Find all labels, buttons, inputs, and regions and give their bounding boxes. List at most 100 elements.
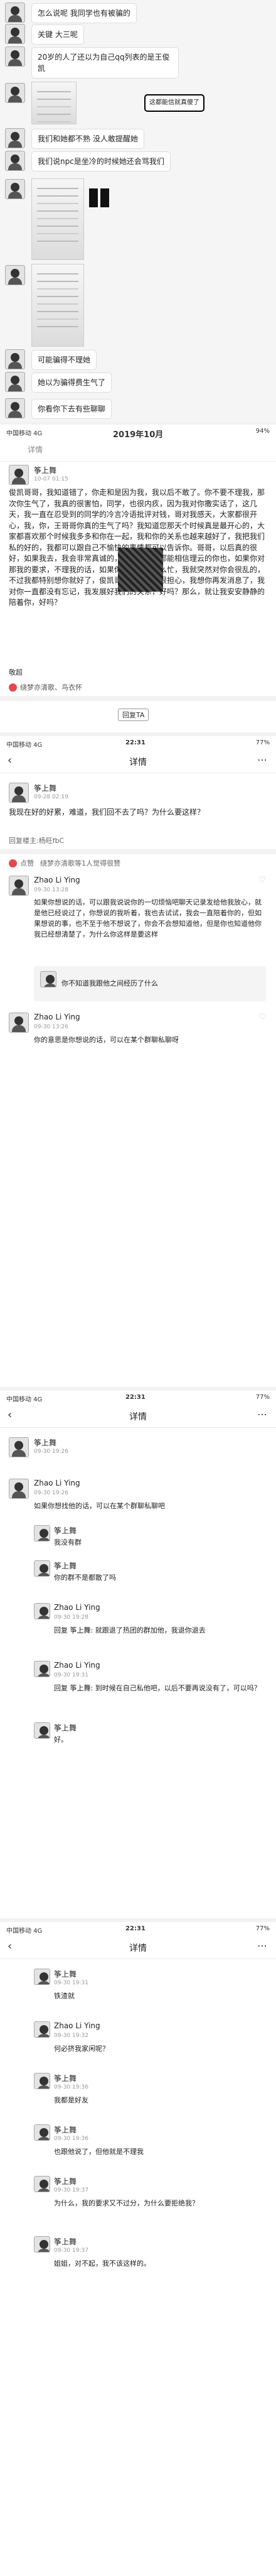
likes-list[interactable]: 绕梦亦清歌等1人觉得很赞 <box>40 858 120 868</box>
reply-time: 09-30 19:31 <box>54 1672 88 1678</box>
avatar[interactable] <box>5 3 25 23</box>
nav-title: 详情 <box>129 758 147 768</box>
detail-screenshot-1: 中国移动 4G 2019年10月 94% 详情 筝上舞 10-07 01:15 … <box>0 425 276 732</box>
reply-user[interactable]: Zhao Li Ying <box>54 1661 100 1670</box>
avatar[interactable] <box>5 24 25 44</box>
chat-image[interactable] <box>31 178 84 260</box>
avatar[interactable] <box>34 1661 50 1677</box>
more-icon[interactable]: ⋯ <box>257 1408 267 1420</box>
reply-user[interactable]: 筝上舞 <box>54 1722 77 1733</box>
avatar[interactable] <box>40 971 56 987</box>
avatar[interactable] <box>5 349 25 369</box>
chat-panel-tail: 你看你下去有些聊聊 <box>0 396 276 422</box>
comment-text: 如果你想说的话，可以跟我说说你的一切烦恼吧聊天记录发给他我放心，就是他已经说过了… <box>34 898 262 938</box>
avatar[interactable] <box>34 1560 50 1577</box>
comment-user[interactable]: Zhao Li Ying <box>34 876 80 884</box>
redaction-block <box>118 548 163 592</box>
nav-title: 详情 <box>129 1943 147 1954</box>
comment-user[interactable]: Zhao Li Ying <box>34 1013 80 1021</box>
carrier-label: 中国移动 4G <box>6 1928 43 1935</box>
battery-label: 77% <box>255 739 270 746</box>
avatar[interactable] <box>5 372 25 392</box>
avatar[interactable] <box>34 2176 50 2192</box>
comment-user[interactable]: Zhao Li Ying <box>34 1479 80 1487</box>
reply-ta-button[interactable]: 回复TA <box>118 709 149 721</box>
detail-screenshot-3: 中国移动 4G 22:31 77% ‹ 详情 ⋯ 筝上舞 09-30 19:26… <box>0 1391 276 1918</box>
user-name[interactable]: 筝上舞 <box>34 1437 56 1448</box>
avatar[interactable] <box>34 2236 50 2253</box>
more-icon[interactable]: ⋯ <box>257 1940 267 1952</box>
post-time: 10-07 01:15 <box>34 476 68 482</box>
reply-user[interactable]: 筝上舞 <box>54 2073 77 2084</box>
likes-list[interactable]: 绕梦亦清歌、鸟衣怀 <box>20 682 82 692</box>
divider <box>0 696 276 701</box>
like-icon[interactable] <box>9 683 17 692</box>
reply-user[interactable]: Zhao Li Ying <box>54 1603 100 1612</box>
avatar[interactable] <box>5 46 25 67</box>
avatar[interactable] <box>9 1437 29 1457</box>
avatar[interactable] <box>5 398 25 418</box>
comment-time: 09-30 13:26 <box>34 1024 68 1030</box>
chat-image[interactable] <box>31 82 77 124</box>
redaction-block <box>100 188 109 207</box>
avatar[interactable] <box>34 1525 50 1541</box>
nav-bar: ‹ 详情 ⋯ <box>0 750 276 773</box>
reply-time: 09-30 19:37 <box>54 2247 88 2254</box>
chat-message: 20岁的人了还以为自己qq列表的是王俊凯 <box>31 47 179 79</box>
avatar[interactable] <box>34 2073 50 2089</box>
battery-label: 77% <box>255 1394 270 1401</box>
avatar[interactable] <box>5 179 25 199</box>
like-icon[interactable] <box>9 859 17 867</box>
user-name[interactable]: 筝上舞 <box>34 783 56 793</box>
avatar[interactable] <box>9 783 29 803</box>
reply-user[interactable]: 筝上舞 <box>54 1560 77 1571</box>
avatar[interactable] <box>34 2124 50 2141</box>
nav-bar: ‹ 详情 ⋯ <box>0 1936 276 1959</box>
avatar[interactable] <box>34 1969 50 1985</box>
avatar[interactable] <box>5 128 25 148</box>
user-name[interactable]: 筝上舞 <box>34 465 56 476</box>
reply-user[interactable]: Zhao Li Ying <box>54 2021 100 2030</box>
comment-time: 09-30 13:28 <box>34 887 68 893</box>
avatar[interactable] <box>34 1603 50 1619</box>
reply-text: 铁渣就 <box>54 1992 75 2000</box>
post-source[interactable]: 回复楼主:杨旺fbC <box>9 835 64 845</box>
reply-user[interactable]: 筝上舞 <box>54 2236 77 2247</box>
status-time: 22:31 <box>125 739 146 746</box>
detail-screenshot-4: 中国移动 4G 22:31 77% ‹ 详情 ⋯ 筝上舞 09-30 19:31… <box>0 1922 276 2576</box>
chat-image[interactable] <box>31 264 84 347</box>
carrier-label: 中国移动 4G <box>6 1396 43 1403</box>
avatar[interactable] <box>5 265 25 285</box>
nav-title: 详情 <box>28 445 43 454</box>
reply-user[interactable]: 筝上舞 <box>54 1969 77 1979</box>
avatar[interactable] <box>9 876 29 896</box>
like-icon[interactable]: ♡ <box>258 876 266 885</box>
avatar[interactable] <box>5 151 25 171</box>
avatar[interactable] <box>34 2021 50 2038</box>
like-icon[interactable]: ♡ <box>258 1013 266 1022</box>
reply-text: 我都是好友 <box>54 2096 88 2104</box>
chat-message: 怎么说呢 我同学也有被骗的 <box>31 3 137 23</box>
post-text: 我现在好的好累，难道，我们回不去了吗？为什么要这样？ <box>9 808 205 817</box>
reply-text: 何必挤我家闲呢？ <box>54 2045 109 2053</box>
post-sign: 敬超 <box>9 668 23 677</box>
avatar[interactable] <box>9 1479 29 1499</box>
battery-label: 77% <box>255 1925 270 1932</box>
avatar[interactable] <box>34 1722 50 1739</box>
more-icon[interactable]: ⋯ <box>257 754 267 766</box>
avatar[interactable] <box>9 1013 29 1033</box>
reply-text: 好。 <box>54 1736 68 1744</box>
reply-time: 09-30 19:36 <box>54 2084 88 2090</box>
reply-text: 回复 筝上舞: 就跟退了热团的群加他，我退你退去 <box>54 1626 206 1634</box>
likes-label: 点赞 <box>20 859 34 867</box>
reply-text: 我没有群 <box>54 1538 82 1546</box>
avatar[interactable] <box>9 465 29 485</box>
nav-title: 详情 <box>129 1412 147 1422</box>
reply-user[interactable]: 筝上舞 <box>54 2176 77 2187</box>
avatar[interactable] <box>5 83 25 103</box>
reply-user[interactable]: 筝上舞 <box>54 1525 77 1536</box>
redaction-block <box>89 188 98 207</box>
comment-text: 如果你想找他的话，可以在某个群聊私聊吧 <box>34 1502 165 1510</box>
reply-user[interactable]: 筝上舞 <box>54 2124 77 2135</box>
reply-text: 你的群不是都散了吗 <box>54 1573 116 1582</box>
